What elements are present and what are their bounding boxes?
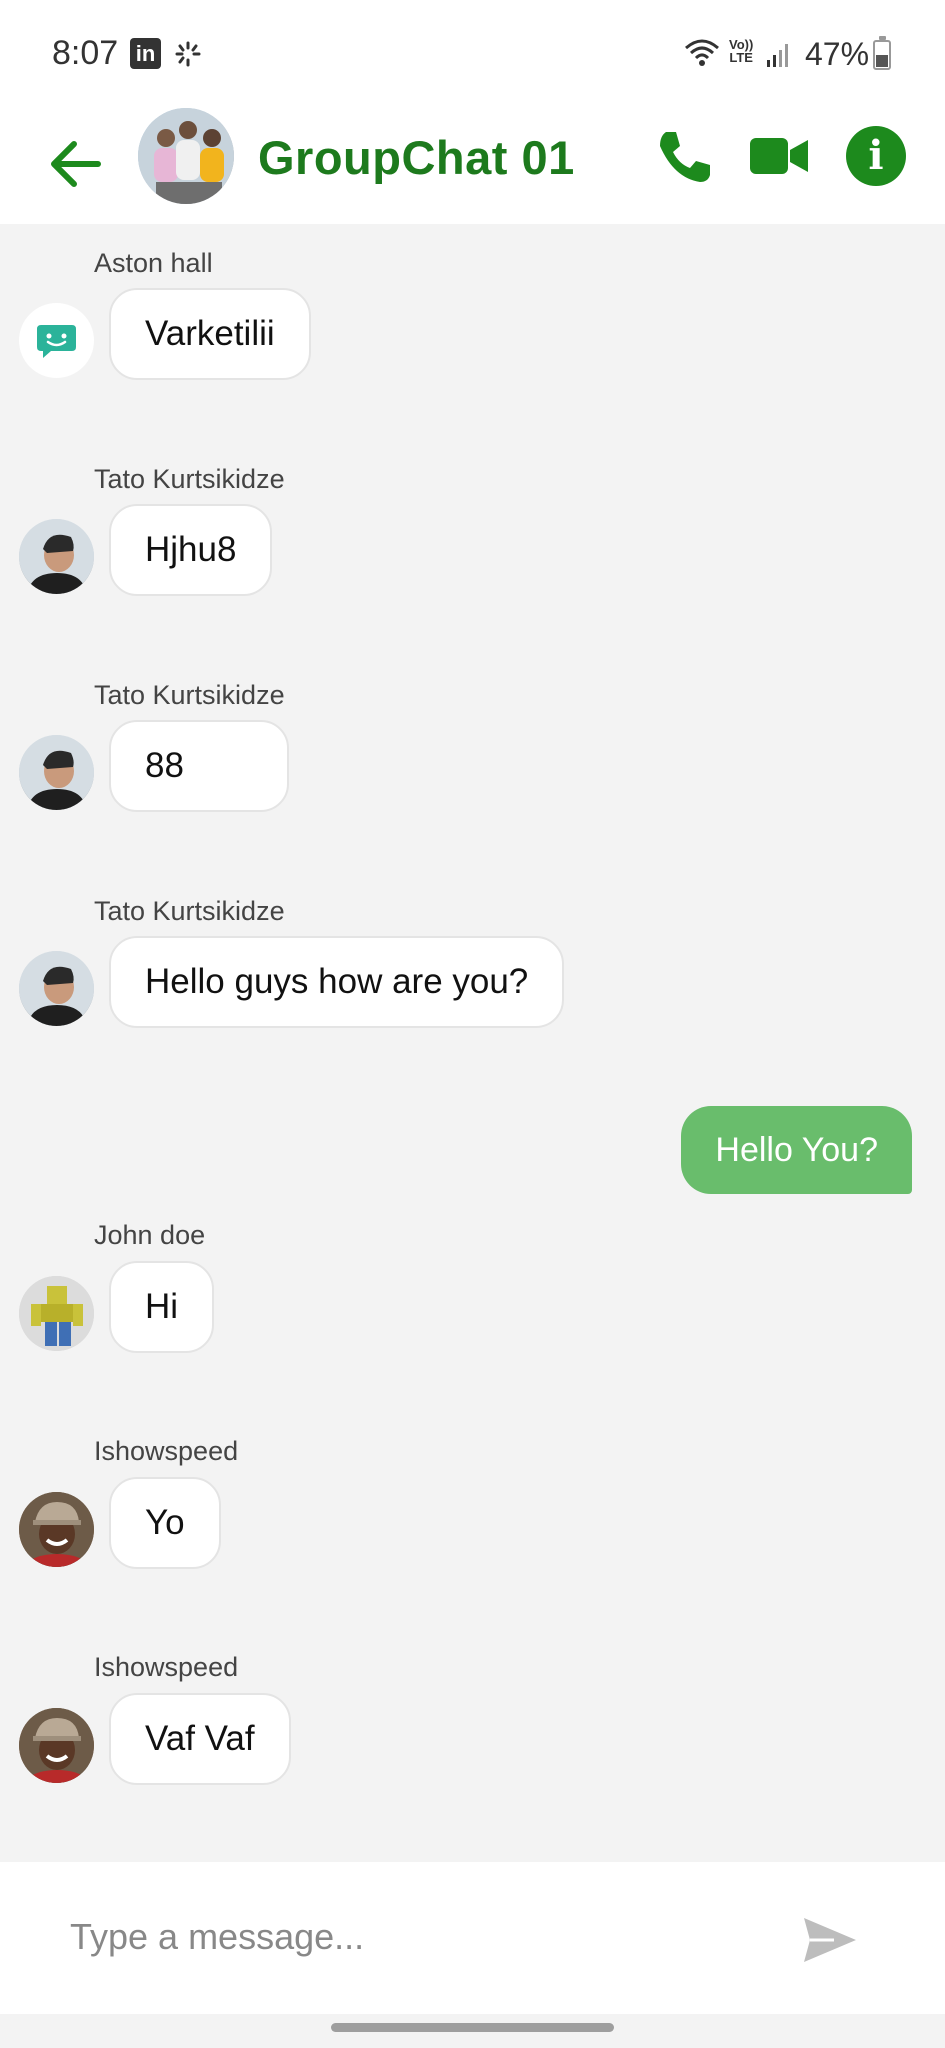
sync-icon (175, 41, 201, 67)
profile-photo (19, 519, 94, 594)
tato-avatar[interactable] (19, 951, 94, 1026)
phone-call-icon[interactable] (652, 126, 714, 188)
back-arrow-icon[interactable] (44, 130, 112, 198)
profile-photo (19, 735, 94, 810)
message-bubble[interactable]: Hi (109, 1261, 215, 1353)
composer-bar (0, 1862, 945, 2014)
speed-avatar[interactable] (19, 1492, 94, 1567)
profile-photo (19, 951, 94, 1026)
message-input[interactable] (40, 1902, 740, 1972)
tato-avatar[interactable] (19, 735, 94, 810)
home-indicator[interactable] (331, 2023, 614, 2032)
chat-title[interactable]: GroupChat 01 (258, 130, 575, 185)
message-bubble[interactable]: Vaf Vaf (109, 1693, 291, 1785)
message-sender: Tato Kurtsikidze (94, 896, 285, 926)
battery-percentage: 47% (805, 36, 870, 72)
linkedin-icon: in (130, 38, 161, 69)
chat-bot-icon (37, 325, 76, 358)
status-time: 8:07 (52, 34, 119, 72)
bot-avatar[interactable] (19, 303, 94, 378)
message-sender: Ishowspeed (94, 1652, 239, 1682)
wifi-icon (685, 39, 719, 66)
message-bubble[interactable]: 88 (109, 720, 289, 812)
message-sender: Tato Kurtsikidze (94, 680, 285, 710)
profile-photo (19, 1276, 94, 1351)
lte-icon: Vo)) LTE (729, 38, 753, 64)
message-bubble[interactable]: Varketilii (109, 288, 311, 380)
message-sender: Ishowspeed (94, 1436, 239, 1466)
group-avatar[interactable] (138, 108, 234, 204)
info-icon[interactable]: i (846, 126, 906, 186)
profile-photo (19, 1708, 94, 1783)
message-bubble[interactable]: Yo (109, 1477, 221, 1569)
group-photo (138, 108, 234, 204)
status-bar: 8:07 in Vo)) LTE 47% (0, 0, 945, 108)
tato-avatar[interactable] (19, 519, 94, 594)
message-sender: John doe (94, 1220, 206, 1250)
message-sender: Aston hall (94, 248, 213, 278)
speed-avatar[interactable] (19, 1708, 94, 1783)
profile-photo (19, 1492, 94, 1567)
message-bubble[interactable]: Hjhu8 (109, 504, 273, 596)
chat-header: GroupChat 01 i (0, 108, 945, 224)
video-call-icon[interactable] (748, 130, 810, 182)
outgoing-message-bubble[interactable]: Hello You? (681, 1106, 912, 1194)
message-sender: Tato Kurtsikidze (94, 464, 285, 494)
lte-label-bottom: LTE (729, 50, 753, 65)
signal-icon (767, 44, 788, 67)
john-avatar[interactable] (19, 1276, 94, 1351)
battery-icon (873, 36, 891, 70)
send-icon[interactable] (800, 1912, 860, 1968)
message-bubble[interactable]: Hello guys how are you? (109, 936, 565, 1028)
